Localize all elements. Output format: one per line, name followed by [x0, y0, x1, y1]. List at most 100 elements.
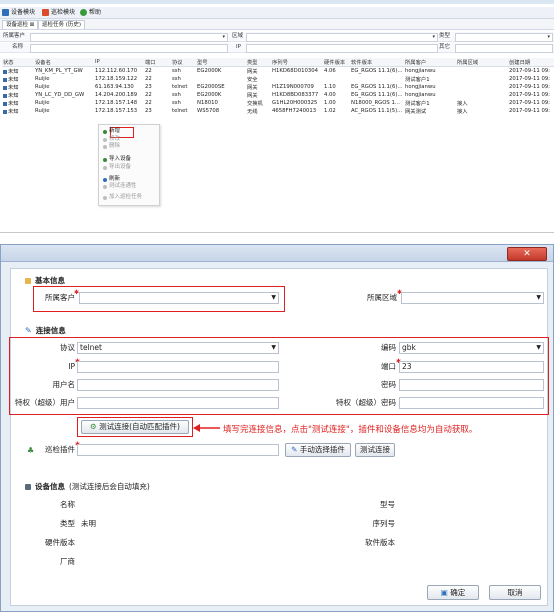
- type-value: 未明: [81, 519, 96, 528]
- cell: 4658FH7240013: [272, 108, 317, 114]
- plugin-input[interactable]: [77, 444, 279, 456]
- cell: N18010: [197, 100, 218, 106]
- chevron-down-icon: ▼: [271, 344, 276, 351]
- ctx-item-add[interactable]: 新增: [103, 128, 120, 135]
- port-input[interactable]: 23: [399, 361, 544, 373]
- section-title: 设备信息: [35, 482, 65, 491]
- ctx-item-add-task[interactable]: 加入巡检任务: [103, 194, 142, 201]
- column-header[interactable]: 所属区域: [456, 58, 508, 67]
- ip-filter-label: IP: [236, 44, 241, 50]
- ctx-item-test-connectivity[interactable]: 测试连通性: [103, 183, 137, 190]
- cancel-button[interactable]: 取消: [489, 585, 541, 600]
- tab-device-inspect[interactable]: 设备巡检 ⊠: [2, 20, 39, 29]
- column-header[interactable]: 端口: [144, 58, 171, 67]
- cell: [196, 75, 246, 83]
- table-row[interactable]: 未知 YN_LC_YD_DD_GW 14.204.200.189 22 ssh EG200…: [2, 91, 554, 99]
- cell: 172.18.157.148: [95, 100, 138, 106]
- ip-filter-input[interactable]: [246, 44, 438, 53]
- column-header[interactable]: 软件版本: [350, 58, 404, 67]
- tab-inspect-history[interactable]: 巡检任务 (历史): [38, 20, 86, 29]
- cell: ssh: [172, 76, 181, 82]
- dialog-body: [10, 268, 548, 606]
- priv-pass-input[interactable]: [399, 397, 544, 409]
- test-connect-auto-button[interactable]: ⚙ 测试连接(自动匹配插件): [81, 420, 189, 434]
- column-header[interactable]: 序列号: [271, 58, 323, 67]
- column-header[interactable]: 状态: [2, 58, 34, 67]
- cell: [323, 75, 350, 83]
- button-label: 测试连接: [360, 445, 390, 454]
- username-input[interactable]: [77, 379, 279, 391]
- cell: EG2000K: [197, 68, 222, 74]
- ctx-item-delete[interactable]: 删除: [103, 143, 120, 150]
- device-info-heading: 设备信息 (测试连接后会自动填充): [25, 481, 150, 492]
- close-button[interactable]: ✕: [507, 247, 547, 261]
- test-connect-button[interactable]: 测试连接: [355, 443, 395, 457]
- hw-version-label: 硬件版本: [45, 538, 75, 547]
- ip-input[interactable]: [77, 361, 279, 373]
- column-header[interactable]: 型号: [196, 58, 246, 67]
- cell: 1.02: [324, 108, 336, 114]
- ctx-item-export[interactable]: 导出设备: [103, 164, 131, 171]
- column-header[interactable]: 设备名: [34, 58, 94, 67]
- cell: 22: [145, 100, 152, 106]
- column-header[interactable]: 硬件版本: [323, 58, 350, 67]
- cell: 网关测试: [405, 109, 427, 115]
- status-icon: [3, 93, 7, 98]
- column-header[interactable]: 类型: [246, 58, 271, 67]
- ok-button[interactable]: ▣ 确定: [427, 585, 479, 600]
- priv-user-input[interactable]: [77, 397, 279, 409]
- cell: 网关: [247, 69, 258, 75]
- device-table: 状态 设备名 IP 端口 协议 型号 类型 序列号 硬件版本 软件版本 所属客户…: [2, 58, 554, 115]
- cell: 22: [145, 68, 152, 74]
- sw-version-label: 软件版本: [365, 538, 395, 547]
- status-cell: 未知: [2, 107, 34, 115]
- menu-device-module[interactable]: 设备模块: [2, 8, 35, 17]
- ctx-item-refresh[interactable]: 刷新: [103, 176, 120, 183]
- cell: hongjianwu: [405, 68, 436, 74]
- protocol-select[interactable]: telnet ▼: [77, 342, 279, 354]
- ctx-item-edit[interactable]: 修改: [103, 136, 120, 143]
- customer-select[interactable]: ▼: [79, 292, 279, 304]
- customer-filter-label: 所属客户: [3, 33, 26, 39]
- table-row[interactable]: 未知 Ruijie 61.163.94.130 23 telnet EG2000SE 网关 H…: [2, 83, 554, 91]
- test-icon: [103, 184, 107, 189]
- device-name-label: 名称: [60, 500, 75, 509]
- menu-inspect-module[interactable]: 巡检模块: [42, 8, 75, 17]
- port-value: 23: [402, 362, 412, 371]
- ctx-item-import[interactable]: 导入设备: [103, 156, 131, 163]
- column-header[interactable]: 协议: [171, 58, 196, 67]
- cell: YN_KM_PL_YT_GW: [35, 68, 83, 74]
- table-row[interactable]: 未知 Ruijie 172.18.159.122 22 ssh 安全 测试客户1 2017-0…: [2, 75, 554, 83]
- name-filter-input[interactable]: [30, 44, 228, 53]
- status-cell: 未知: [2, 67, 34, 75]
- button-label: 手动选择插件: [299, 445, 345, 454]
- table-row[interactable]: 未知 Ruijie 172.18.157.148 22 ssh N18010 交换机 G1HL…: [2, 99, 554, 107]
- table-row[interactable]: 未知 Ruijie 172.18.157.153 23 telnet WS5708 无线 46…: [2, 107, 554, 115]
- encoding-select[interactable]: gbk ▼: [399, 342, 544, 354]
- cell: 4.06: [324, 68, 336, 74]
- column-header[interactable]: IP: [94, 58, 144, 67]
- chevron-down-icon: ▾: [547, 34, 550, 40]
- table-row[interactable]: 未知 YN_KM_PL_YT_GW 112.112.60.170 22 ssh EG200…: [2, 67, 554, 75]
- cell: 23: [145, 108, 152, 114]
- inspect-module-icon: [42, 9, 49, 16]
- customer-filter-select[interactable]: ▾: [30, 33, 228, 42]
- cell: ssh: [172, 92, 181, 98]
- add-device-dialog: ✕ 基本信息 所属客户 ✱ ▼ 所属区域 ✱ ▼ ✎ 连接信息 协议 telne…: [0, 244, 554, 612]
- region-filter-select[interactable]: ▾: [246, 33, 438, 42]
- region-select[interactable]: ▼: [401, 292, 544, 304]
- cell: Ruijie: [35, 100, 50, 106]
- status-icon: [3, 109, 7, 114]
- other-filter-input[interactable]: [455, 44, 553, 53]
- password-input[interactable]: [399, 379, 544, 391]
- column-header[interactable]: 所属客户: [404, 58, 456, 67]
- type-filter-select[interactable]: ▾: [455, 33, 553, 42]
- status-cell: 未知: [2, 99, 34, 107]
- column-header[interactable]: 创建日期: [508, 58, 554, 67]
- menu-label: 设备模块: [11, 9, 36, 16]
- manual-select-plugin-button[interactable]: ✎ 手动选择插件: [285, 443, 351, 457]
- status-icon: [3, 85, 7, 90]
- cell: 2017-09-11 09:: [509, 108, 550, 114]
- menu-help[interactable]: 帮助: [80, 8, 101, 17]
- menu-label: 巡检模块: [51, 9, 76, 16]
